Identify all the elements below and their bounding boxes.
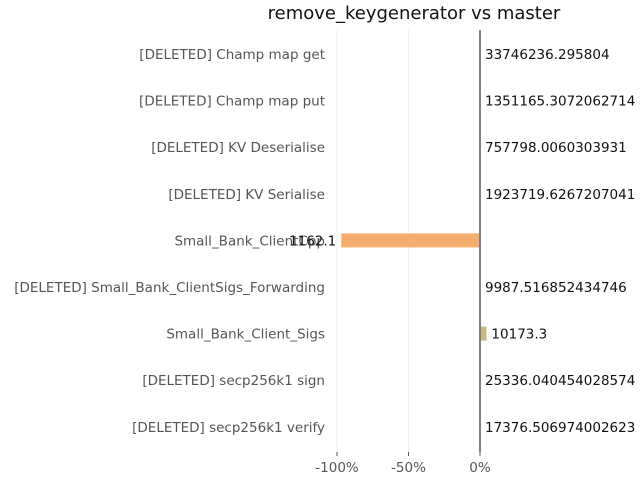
category-label-1: [DELETED] Champ map put [139,94,325,110]
category-label-8: [DELETED] secp256k1 verify [132,420,325,436]
x-axis-ticks: -100% -50% 0% [315,452,491,476]
bar-4 [341,233,480,248]
chart-title: remove_keygenerator vs master [268,3,561,24]
category-label-3: [DELETED] KV Serialise [168,187,325,203]
category-label-5: [DELETED] Small_Bank_ClientSigs_Forwardi… [14,280,325,296]
value-label-5: 9987.516852434746 [485,280,627,296]
category-label-6: Small_Bank_Client_Sigs [166,327,325,343]
category-label-2: [DELETED] KV Deserialise [151,140,325,156]
chart: remove_keygenerator vs master [DELETED] … [14,3,635,476]
value-label-2: 757798.0060303931 [485,140,627,156]
bars [341,233,487,341]
category-label-7: [DELETED] secp256k1 sign [142,373,325,389]
value-label-8: 17376.506974002623 [485,420,635,436]
value-label-3: 1923719.6267207041 [485,187,635,203]
x-tick-label-1: -50% [391,460,426,476]
category-labels: [DELETED] Champ map get [DELETED] Champ m… [14,47,325,436]
value-label-7: 25336.040454028574 [485,373,635,389]
value-label-6: 10173.3 [491,327,547,343]
category-label-0: [DELETED] Champ map get [139,47,325,63]
x-tick-label-2: 0% [469,460,491,476]
value-label-1: 1351165.3072062714 [485,94,635,110]
value-label-0: 33746236.295804 [485,47,610,63]
value-label-4: 1162.1 [289,233,336,249]
x-tick-label-0: -100% [315,460,359,476]
